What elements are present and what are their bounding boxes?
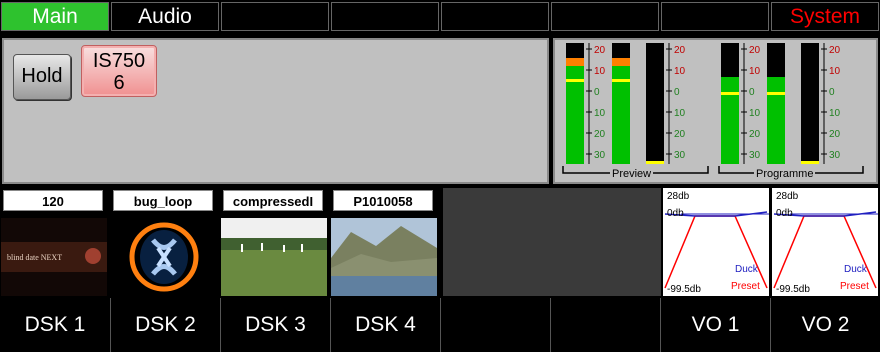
meter-scale-1-svg: 20 10 0 10 20 30 [586,43,606,164]
top-tab-bar: Main Audio System [0,0,880,34]
dsk-4-button[interactable]: DSK 4 [330,298,440,352]
vo-1-preset-label: Preset [731,281,760,292]
dsk-source-1[interactable]: 120 blind date NEXT [0,188,107,296]
meter-scale-1: 20 10 0 10 20 30 [586,43,618,164]
scale-tick-label: 0 [749,87,755,98]
scale-tick-label: 20 [749,129,761,140]
scale-tick-label: 20 [594,45,606,56]
meter-scale-3-svg: 20 10 0 10 20 30 [741,43,761,164]
programme-meter-aux [801,43,819,164]
scale-tick-label: 30 [674,150,686,161]
empty-source-area [443,188,661,296]
meter-scale-2-svg: 20 10 0 10 20 30 [666,43,686,164]
tab-empty-2[interactable] [331,2,439,31]
scale-tick-label: 10 [594,66,606,77]
x-logo-thumbnail [111,218,217,296]
scale-tick-label: 30 [749,150,761,161]
scale-tick-label: 10 [674,108,686,119]
hold-button[interactable]: Hold [13,54,71,100]
preview-meter-aux [646,43,664,164]
dsk-3-button[interactable]: DSK 3 [220,298,330,352]
tab-empty-1[interactable] [221,2,329,31]
vo-2-preset-label: Preset [840,281,869,292]
tab-empty-5[interactable] [661,2,769,31]
vo-2-duck-graph[interactable]: 28db 0db -99.5db Duck Preset [772,188,878,296]
vo-2-bottom-label: -99.5db [776,284,810,295]
tab-system[interactable]: System [771,2,879,31]
meter-scale-3: 20 10 0 10 20 30 [741,43,773,164]
dsk-source-2[interactable]: bug_loop [110,188,217,296]
source-label-line1: IS750 [92,50,146,72]
scale-tick-label: 20 [594,129,606,140]
meter-scale-2: 20 10 0 10 20 30 [666,43,698,164]
tab-empty-3[interactable] [441,2,549,31]
dsk-source-3[interactable]: compressedI [220,188,327,296]
tab-empty-4[interactable] [551,2,659,31]
programme-group-label: Programme [754,168,816,180]
vo-1-mid-label: 0db [667,208,684,219]
dsk-1-button[interactable]: DSK 1 [0,298,110,352]
scale-tick-label: 10 [829,108,841,119]
vo-2-mid-label: 0db [776,208,793,219]
vo-2-duck-label: Duck [844,264,868,275]
preview-meter-left [566,43,584,164]
scale-tick-label: 10 [829,66,841,77]
scale-tick-label: 30 [594,150,606,161]
scale-tick-label: 20 [829,129,841,140]
scale-tick-label: 10 [749,108,761,119]
scale-tick-label: 20 [674,45,686,56]
programme-meter-left-peak [721,92,739,95]
vo-1-top-label: 28db [667,191,690,202]
dsk-source-4[interactable]: P1010058 [330,188,437,296]
blind-date-logo-thumbnail: blind date NEXT [1,218,107,296]
scale-tick-label: 30 [829,150,841,161]
meter-scale-4: 20 10 0 10 20 30 [821,43,853,164]
vo-1-graph-svg: 28db 0db -99.5db Duck Preset [664,191,769,295]
dsk-source-1-name: 120 [3,190,103,211]
tab-audio[interactable]: Audio [111,2,219,31]
dsk-source-4-name: P1010058 [333,190,433,211]
scale-tick-label: 10 [749,66,761,77]
scale-tick-label: 0 [594,87,600,98]
preview-group-label: Preview [610,168,654,180]
dsk-source-3-name: compressedI [223,190,323,211]
main-source-panel: Hold IS750 6 [2,38,549,184]
programme-meter-left [721,43,739,164]
blind-date-thumb-text: blind date NEXT [7,253,62,262]
audio-meters-panel: 20 10 0 10 20 30 20 10 0 10 20 30 20 10 0 10 20 30 20 10… [553,38,878,184]
scale-tick-label: 20 [674,129,686,140]
empty-button-2[interactable] [550,298,660,352]
cricket-field-thumbnail [221,218,327,296]
programme-meter-left-fill [721,77,739,164]
mountain-lake-thumb-svg [331,218,437,296]
cricket-field-thumb-svg [221,218,327,296]
vo-1-bottom-label: -99.5db [667,284,701,295]
preview-meter-left-peak [566,79,584,82]
meter-group-brackets [562,166,864,174]
scale-tick-label: 20 [829,45,841,56]
scale-tick-label: 20 [749,45,761,56]
scale-tick-label: 0 [829,87,835,98]
scale-tick-label: 10 [594,108,606,119]
bottom-button-bar: DSK 1 DSK 2 DSK 3 DSK 4 VO 1 VO 2 [0,298,880,352]
dsk-2-button[interactable]: DSK 2 [110,298,220,352]
vo-2-top-label: 28db [776,191,799,202]
empty-button-1[interactable] [440,298,550,352]
dsk-source-2-name: bug_loop [113,190,213,211]
scale-tick-label: 0 [674,87,680,98]
vo-2-graph-svg: 28db 0db -99.5db Duck Preset [773,191,878,295]
vo-1-duck-graph[interactable]: 28db 0db -99.5db Duck Preset [663,188,769,296]
tab-main[interactable]: Main [1,2,109,31]
preview-meter-left-fill [566,58,584,164]
blind-date-thumb-svg: blind date NEXT [1,218,107,296]
vo-1-duck-label: Duck [735,264,759,275]
meter-scale-4-svg: 20 10 0 10 20 30 [821,43,841,164]
mountain-lake-thumbnail [331,218,437,296]
source-button[interactable]: IS750 6 [81,45,157,97]
vo-2-button[interactable]: VO 2 [770,298,880,352]
x-logo-thumb-svg [111,218,217,296]
scale-tick-label: 10 [674,66,686,77]
source-label-line2: 6 [113,72,125,94]
vo-1-button[interactable]: VO 1 [660,298,770,352]
